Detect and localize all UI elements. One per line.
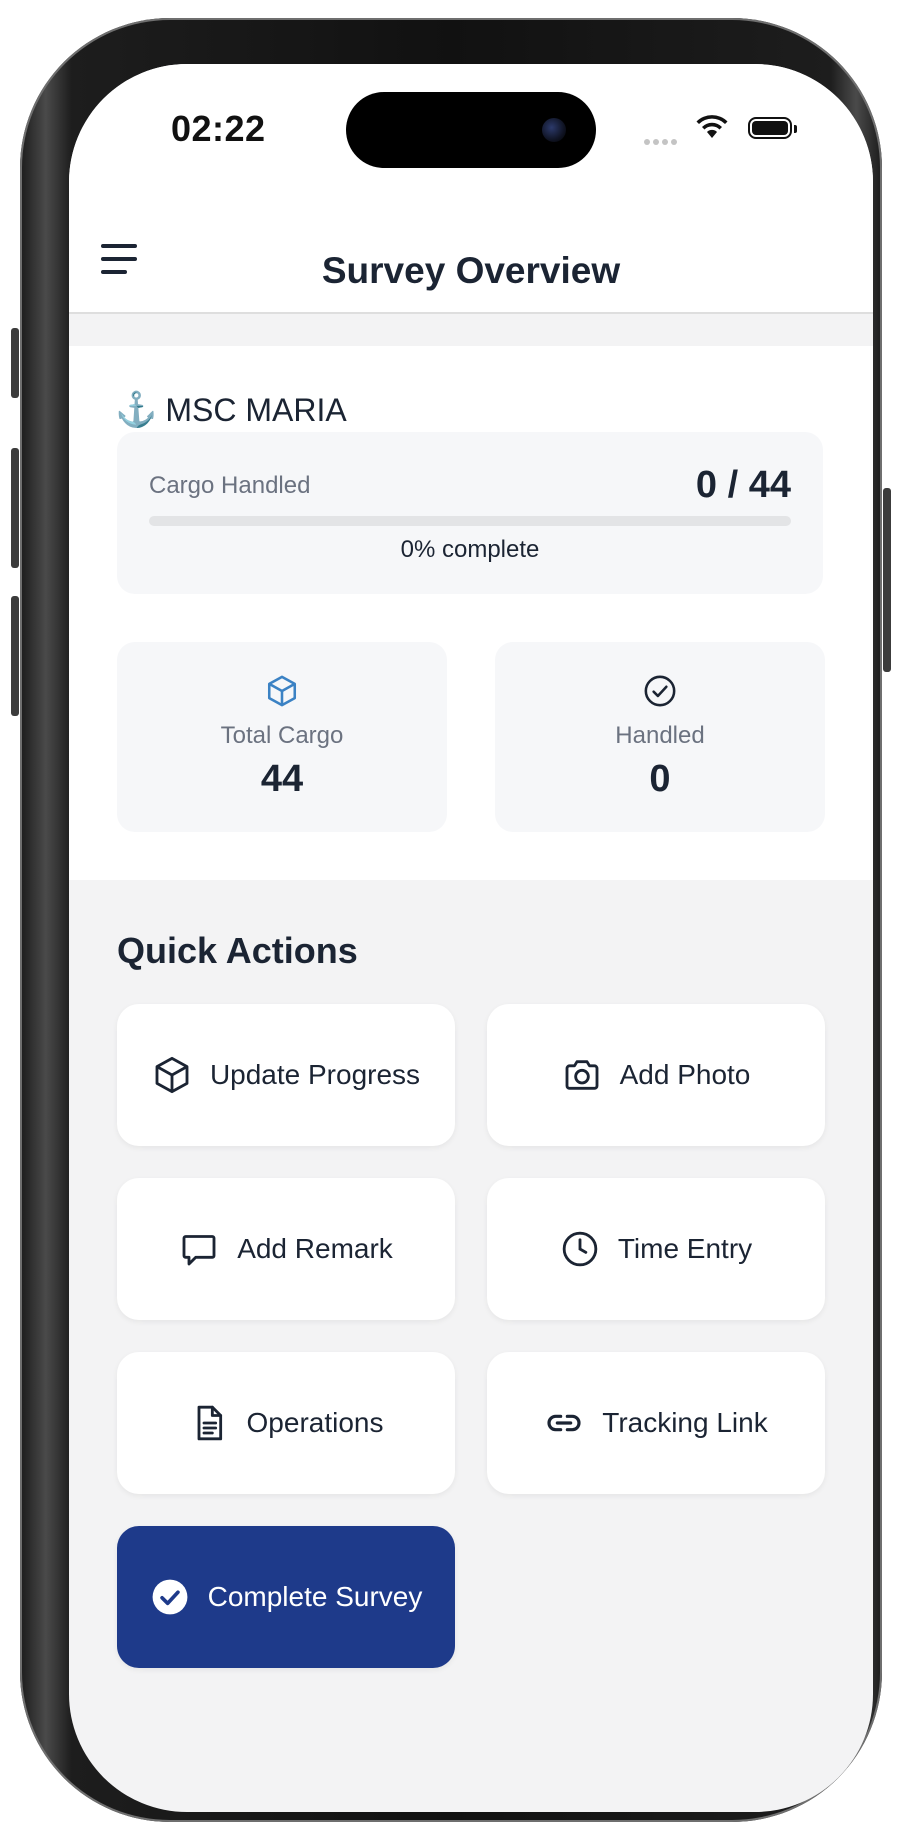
- battery-icon: [748, 117, 797, 139]
- check-circle-icon: [152, 1579, 188, 1615]
- vessel-header: ⚓ MSC MARIA: [115, 390, 347, 430]
- vessel-name: MSC MARIA: [165, 391, 347, 428]
- stat-label: Total Cargo: [220, 722, 344, 749]
- quick-actions-title: Quick Actions: [117, 930, 358, 971]
- cube-icon: [155, 1056, 189, 1094]
- button-label: Complete Survey: [207, 1581, 423, 1612]
- operations-button[interactable]: Operations: [117, 1352, 455, 1494]
- cargo-progress: Cargo Handled 0 / 44 0% complete: [117, 432, 823, 594]
- status-bar: 02:22: [69, 64, 873, 204]
- nav-bar: Survey Overview: [69, 204, 873, 314]
- clock-icon: [562, 1231, 598, 1267]
- page-title: Survey Overview: [321, 250, 621, 291]
- chat-bubble-icon: [182, 1235, 216, 1266]
- document-icon: [197, 1405, 222, 1441]
- status-time: 02:22: [171, 108, 266, 149]
- update-progress-button[interactable]: Update Progress: [117, 1004, 455, 1146]
- stat-total-cargo: Total Cargo 44: [117, 642, 447, 832]
- link-icon: [547, 1414, 581, 1432]
- button-label: Update Progress: [209, 1059, 421, 1090]
- progress-bar: [149, 516, 791, 526]
- add-remark-button[interactable]: Add Remark: [117, 1178, 455, 1320]
- progress-count: 0 / 44: [695, 464, 791, 506]
- survey-summary-card: ⚓ MSC MARIA Cargo Handled 0 / 44 0% comp…: [69, 346, 873, 880]
- camera-icon: [565, 1060, 599, 1090]
- button-label: Operations: [246, 1407, 384, 1438]
- complete-survey-button[interactable]: Complete Survey: [117, 1526, 455, 1668]
- anchor-icon: ⚓: [115, 391, 158, 429]
- screen: 02:22 Survey Overview ⚓ MSC MARIA Cargo …: [69, 64, 873, 1812]
- time-entry-button[interactable]: Time Entry: [487, 1178, 825, 1320]
- dynamic-island: [346, 92, 596, 168]
- phone-frame: 02:22 Survey Overview ⚓ MSC MARIA Cargo …: [11, 18, 891, 1822]
- check-circle-icon: [644, 675, 676, 707]
- stat-handled: Handled 0: [495, 642, 825, 832]
- button-label: Add Photo: [619, 1059, 751, 1090]
- button-label: Add Remark: [237, 1233, 393, 1264]
- progress-percent: 0% complete: [400, 536, 540, 563]
- progress-label: Cargo Handled: [149, 472, 311, 499]
- cube-icon: [267, 675, 297, 707]
- stat-label: Handled: [615, 722, 705, 749]
- wifi-icon: [696, 115, 728, 138]
- button-label: Time Entry: [617, 1233, 753, 1264]
- button-label: Tracking Link: [602, 1407, 768, 1438]
- tracking-link-button[interactable]: Tracking Link: [487, 1352, 825, 1494]
- stat-value: 44: [260, 758, 304, 800]
- add-photo-button[interactable]: Add Photo: [487, 1004, 825, 1146]
- stat-value: 0: [649, 758, 671, 800]
- cellular-signal-icon: [644, 132, 680, 150]
